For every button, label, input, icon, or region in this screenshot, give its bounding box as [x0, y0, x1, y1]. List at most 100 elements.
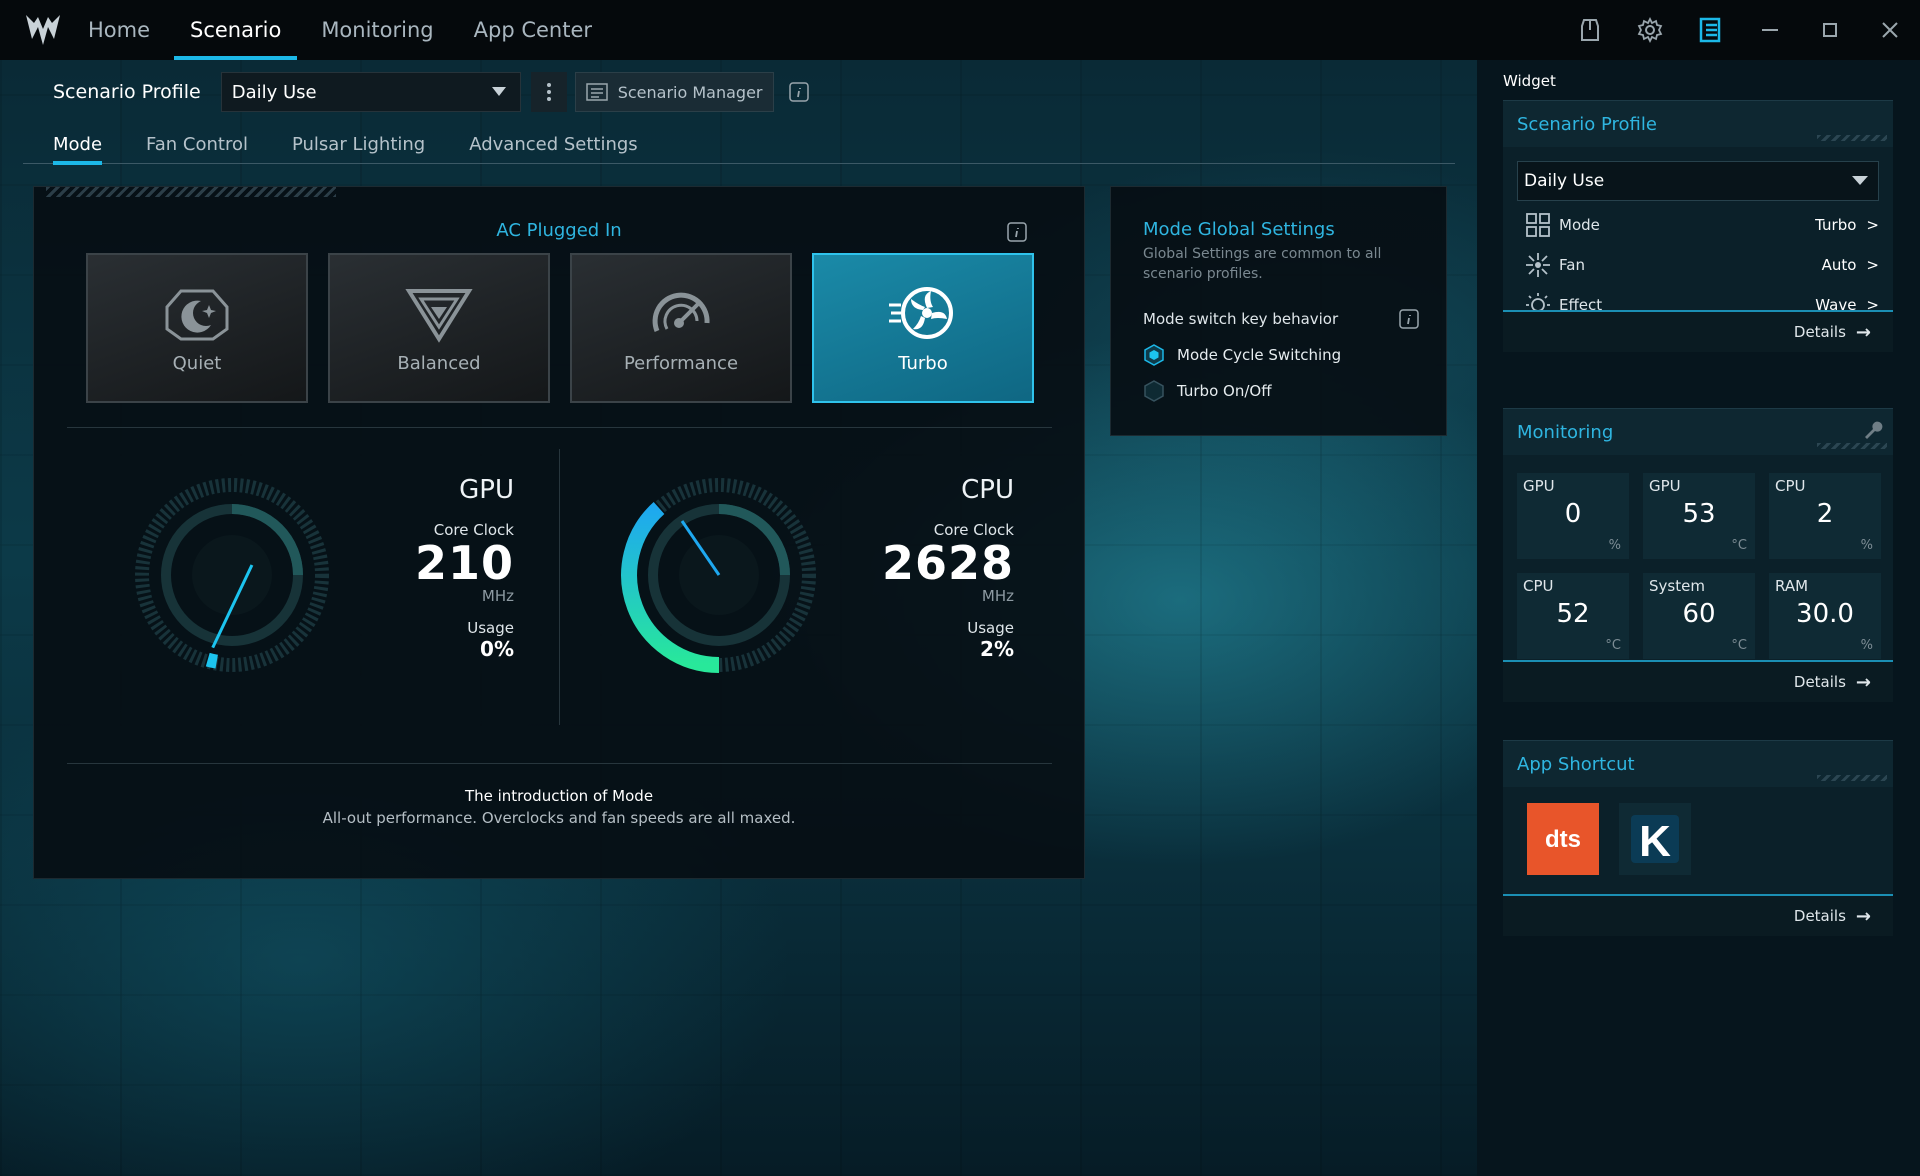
radio-mode-cycle-switching[interactable]: Mode Cycle Switching — [1143, 344, 1420, 366]
monitor-label: CPU — [1523, 577, 1554, 595]
monitor-ram-usage: RAM 30.0 % — [1769, 573, 1881, 659]
monitor-cpu-temp: CPU 52 °C — [1517, 573, 1629, 659]
title-bar: Home Scenario Monitoring App Center — [0, 0, 1920, 60]
details-label: Details — [1793, 907, 1846, 925]
k-app-logo-icon: K — [1631, 815, 1679, 866]
intro-text: All-out performance. Overclocks and fan … — [322, 809, 796, 827]
widget-shortcut-details-link[interactable]: Details → — [1503, 894, 1893, 936]
profile-row: Scenario Profile Daily Use Scenario Mana… — [53, 72, 810, 112]
cpu-title: CPU — [961, 475, 1014, 505]
monitor-unit: °C — [1605, 638, 1621, 653]
performance-gauge-icon — [652, 292, 710, 332]
monitor-value: 30.0 — [1796, 599, 1854, 629]
monitor-label: GPU — [1523, 477, 1555, 495]
monitor-gpu-usage: GPU 0 % — [1517, 473, 1629, 559]
monitor-value: 53 — [1682, 499, 1716, 529]
wrench-icon[interactable] — [1861, 419, 1883, 441]
minimize-icon[interactable] — [1740, 0, 1800, 60]
divider — [67, 427, 1052, 428]
monitor-value: 0 — [1564, 499, 1582, 529]
gpu-usage-label: Usage — [467, 619, 514, 637]
radio-unselected-icon — [1144, 380, 1164, 402]
gpu-clock-unit: MHz — [481, 587, 514, 605]
profile-label: Scenario Profile — [53, 81, 201, 103]
close-icon[interactable] — [1860, 0, 1920, 60]
mode-cards: Quiet Balanced Performance Turbo — [86, 253, 1034, 403]
kebab-menu-icon — [546, 83, 551, 101]
settings-gear-icon[interactable] — [1620, 0, 1680, 60]
mode-card-quiet[interactable]: Quiet — [86, 253, 308, 403]
k-app-shortcut[interactable]: K — [1619, 803, 1691, 875]
widget-scenario-details-link[interactable]: Details → — [1503, 310, 1893, 352]
fan-icon — [1526, 253, 1550, 277]
mode-panel: AC Plugged In Quiet Balanced Performance… — [33, 186, 1085, 879]
scenario-subtabs: Mode Fan Control Pulsar Lighting Advance… — [23, 124, 1455, 165]
monitor-unit: % — [1860, 638, 1873, 653]
panel-decoration — [46, 187, 336, 197]
radio-turbo-on-off[interactable]: Turbo On/Off — [1143, 380, 1420, 402]
predator-logo-icon — [26, 15, 60, 45]
widget-shortcut-title: App Shortcut — [1503, 741, 1893, 787]
mode-card-performance[interactable]: Performance — [570, 253, 792, 403]
monitor-unit: % — [1860, 538, 1873, 553]
dts-app-shortcut[interactable]: dts — [1527, 803, 1599, 875]
more-options-button[interactable] — [530, 72, 567, 112]
scenario-manager-label: Scenario Manager — [617, 82, 763, 102]
mode-card-label: Turbo — [898, 352, 948, 374]
widget-row-fan[interactable]: Fan Auto > — [1503, 245, 1893, 285]
nav-tab-app-center[interactable]: App Center — [474, 0, 592, 60]
maximize-icon[interactable] — [1800, 0, 1860, 60]
monitor-unit: °C — [1731, 538, 1747, 553]
gpu-usage-gauge — [135, 478, 329, 672]
key-behavior-label: Mode switch key behavior — [1143, 310, 1339, 328]
divider — [559, 449, 560, 725]
profile-select[interactable]: Daily Use — [220, 72, 521, 112]
gpu-title: GPU — [459, 475, 514, 505]
widget-row-value: Turbo — [1815, 216, 1857, 234]
tab-pulsar-lighting[interactable]: Pulsar Lighting — [263, 124, 440, 164]
nav-tab-home[interactable]: Home — [88, 0, 150, 60]
mode-card-turbo[interactable]: Turbo — [812, 253, 1034, 403]
widget-profile-select[interactable]: Daily Use — [1517, 161, 1879, 201]
scenario-manager-button[interactable]: Scenario Manager — [574, 72, 774, 112]
widget-panel-icon[interactable] — [1680, 0, 1740, 60]
tab-advanced-settings[interactable]: Advanced Settings — [440, 124, 652, 164]
cpu-usage-label: Usage — [967, 619, 1014, 637]
balanced-chevron-icon — [405, 288, 473, 343]
info-icon[interactable] — [788, 81, 810, 103]
tab-mode[interactable]: Mode — [23, 124, 117, 165]
widget-row-mode[interactable]: Mode Turbo > — [1503, 205, 1893, 245]
key-behavior-row: Mode switch key behavior — [1143, 308, 1420, 330]
mode-card-label: Performance — [623, 352, 739, 374]
monitor-label: CPU — [1775, 477, 1806, 495]
widget-sidebar: Widget Scenario Profile Daily Use Mode T… — [1477, 60, 1920, 1176]
widget-app-shortcut-card: App Shortcut dts K Details → — [1503, 740, 1893, 936]
widget-title: Widget — [1503, 72, 1556, 90]
cpu-clock-value: 2628 — [881, 536, 1014, 590]
monitor-unit: % — [1608, 538, 1621, 553]
widget-scenario-card: Scenario Profile Daily Use Mode Turbo > … — [1503, 100, 1893, 352]
device-icon[interactable] — [1560, 0, 1620, 60]
nav-tab-monitoring[interactable]: Monitoring — [321, 0, 433, 60]
monitoring-title-text: Monitoring — [1517, 421, 1614, 443]
widget-monitoring-card: Monitoring GPU 0 % GPU 53 °C CPU 2 % CPU… — [1503, 408, 1893, 702]
info-icon[interactable] — [1398, 308, 1420, 330]
cpu-usage-value: 2% — [980, 637, 1014, 661]
dts-logo-text: dts — [1545, 826, 1581, 853]
mode-card-balanced[interactable]: Balanced — [328, 253, 550, 403]
global-settings-subtitle: Global Settings are common to all scenar… — [1143, 246, 1382, 282]
chevron-right-icon: > — [1866, 256, 1879, 274]
chevron-down-icon — [491, 87, 506, 96]
widget-monitoring-title: Monitoring — [1503, 409, 1893, 455]
details-label: Details — [1793, 323, 1846, 341]
profile-selected-value: Daily Use — [231, 81, 317, 103]
nav-tab-scenario[interactable]: Scenario — [173, 0, 298, 60]
tab-fan-control[interactable]: Fan Control — [117, 124, 263, 164]
quiet-moon-icon — [165, 289, 229, 340]
monitor-label: System — [1649, 577, 1705, 595]
mode-card-label: Balanced — [397, 352, 481, 374]
dts-logo-icon: dts — [1545, 826, 1581, 853]
gpu-stats: GPU Core Clock 210 MHz Usage 0% — [314, 475, 514, 661]
info-icon[interactable] — [1006, 221, 1028, 243]
widget-monitoring-details-link[interactable]: Details → — [1503, 660, 1893, 702]
